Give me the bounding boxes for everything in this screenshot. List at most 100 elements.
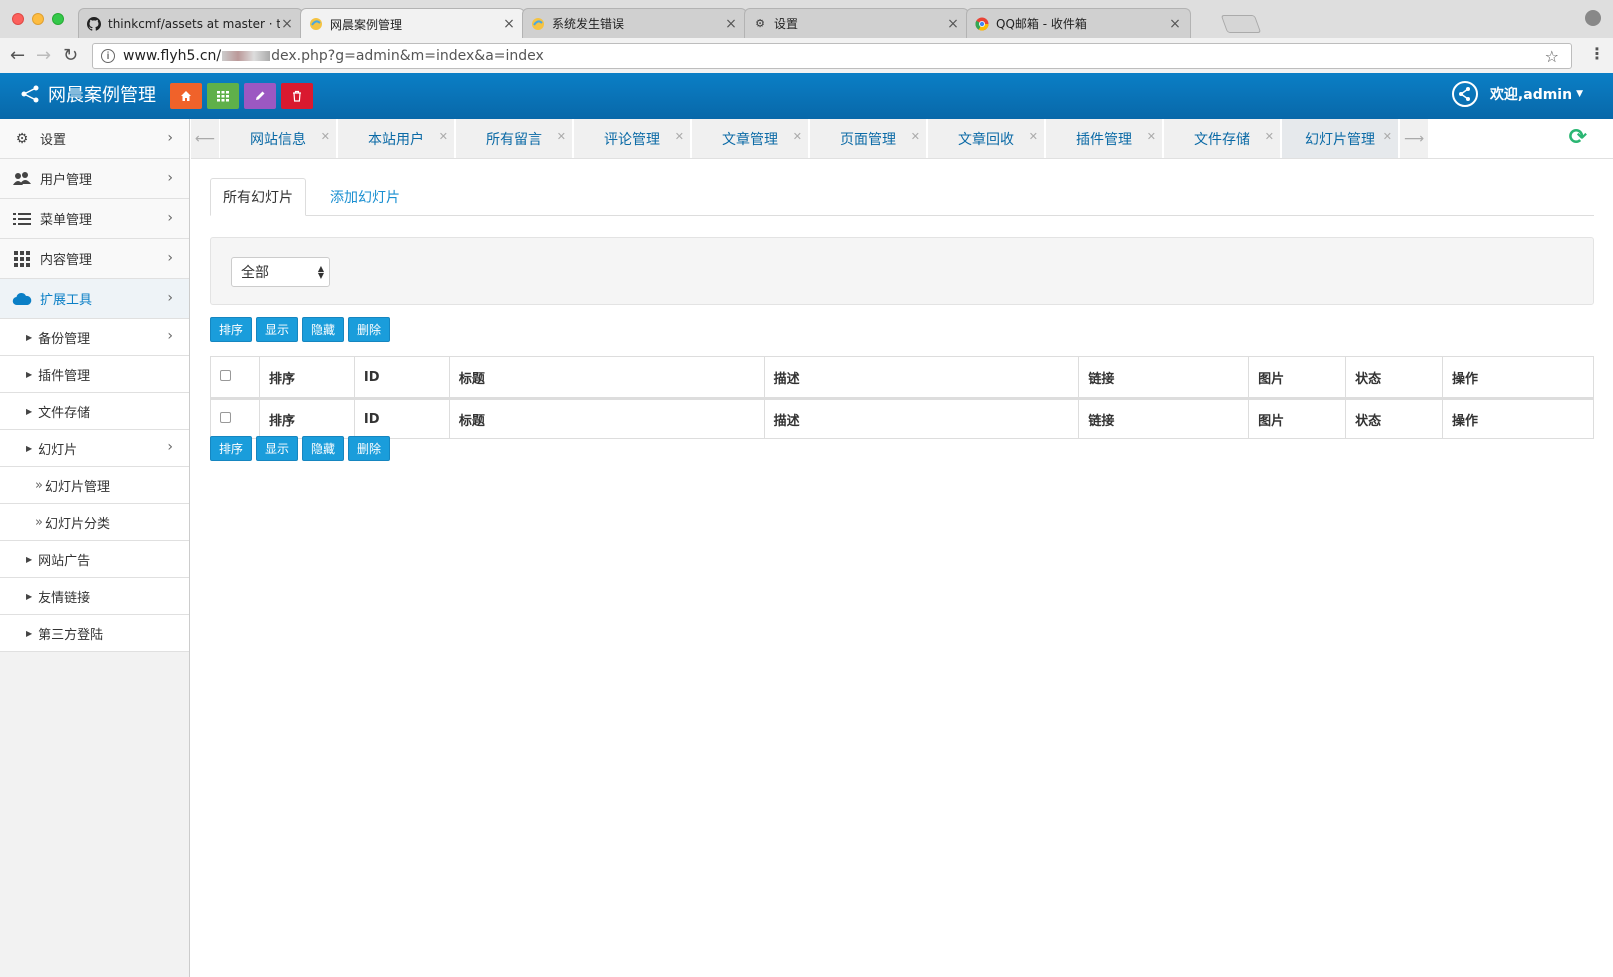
refresh-icon[interactable]: ⟳	[1569, 125, 1587, 150]
delete-button[interactable]: 删除	[348, 436, 391, 461]
gears-icon: ⚙	[15, 130, 29, 147]
table-cell: 标题	[448, 398, 765, 439]
share-icon	[21, 85, 39, 103]
close-tab-icon[interactable]: ×	[724, 16, 738, 32]
close-tab-icon[interactable]: ×	[502, 16, 516, 32]
browser-menu-icon[interactable]: ⋮	[1589, 44, 1605, 63]
grid-button[interactable]	[207, 83, 239, 109]
sidebar-sub-links[interactable]: ▶ 友情链接	[0, 578, 189, 615]
close-icon[interactable]: ✕	[793, 130, 802, 143]
sidebar-sub-slide-manage[interactable]: » 幻灯片管理	[0, 467, 189, 504]
tab-plugins[interactable]: 插件管理 ✕	[1046, 119, 1163, 158]
tabs-scroll-left-icon[interactable]: ⟵	[191, 119, 219, 158]
show-button[interactable]: 显示	[256, 436, 299, 461]
bookmark-star-icon[interactable]: ☆	[1545, 47, 1559, 66]
select-all-cell	[210, 398, 260, 439]
column-header[interactable]: 状态	[1345, 356, 1444, 400]
close-icon[interactable]: ✕	[911, 130, 920, 143]
list-icon	[12, 212, 32, 226]
close-window-button[interactable]	[12, 13, 24, 25]
home-button[interactable]	[170, 83, 202, 109]
show-button[interactable]: 显示	[256, 317, 299, 342]
column-header[interactable]: ID	[353, 356, 450, 400]
tab-label: 幻灯片管理	[1305, 131, 1375, 148]
close-tab-icon[interactable]: ×	[1168, 16, 1182, 32]
sidebar-sub-label: 幻灯片管理	[44, 479, 110, 495]
tab-add-slide[interactable]: 添加幻灯片	[318, 178, 412, 216]
category-select[interactable]: 全部 ▲ ▼	[231, 257, 330, 287]
sidebar-item-menus[interactable]: 菜单管理 ›	[0, 199, 189, 239]
tab-pages[interactable]: 页面管理 ✕	[810, 119, 927, 158]
close-icon[interactable]: ✕	[557, 130, 566, 143]
close-icon[interactable]: ✕	[675, 130, 684, 143]
edit-button[interactable]	[244, 83, 276, 109]
tab-slides[interactable]: 幻灯片管理 ✕	[1282, 119, 1399, 158]
forward-arrow-icon[interactable]: →	[36, 45, 51, 66]
sidebar-sub-ads[interactable]: ▶ 网站广告	[0, 541, 189, 578]
sidebar-sub-oauth[interactable]: ▶ 第三方登陆	[0, 615, 189, 652]
browser-tab-qqmail[interactable]: QQ邮箱 - 收件箱 ×	[966, 8, 1191, 38]
tab-storage[interactable]: 文件存储 ✕	[1164, 119, 1281, 158]
tab-site-users[interactable]: 本站用户 ✕	[338, 119, 455, 158]
close-icon[interactable]: ✕	[1029, 130, 1038, 143]
back-arrow-icon[interactable]: ←	[10, 45, 25, 66]
address-bar[interactable]: i www.flyh5.cn/ dex.php?g=admin&m=index&…	[92, 43, 1572, 69]
close-icon[interactable]: ✕	[1383, 130, 1392, 143]
close-tab-icon[interactable]: ×	[280, 16, 294, 32]
sidebar-item-users[interactable]: 用户管理 ›	[0, 159, 189, 199]
column-header[interactable]: 链接	[1078, 356, 1250, 400]
sidebar-item-content[interactable]: 内容管理 ›	[0, 239, 189, 279]
tab-messages[interactable]: 所有留言 ✕	[456, 119, 573, 158]
brand[interactable]: 网晨案例管理	[20, 81, 156, 107]
close-icon[interactable]: ✕	[321, 130, 330, 143]
info-icon[interactable]: i	[101, 49, 115, 63]
browser-tab-admin[interactable]: 网晨案例管理 ×	[300, 8, 525, 39]
close-icon[interactable]: ✕	[1147, 130, 1156, 143]
close-icon[interactable]: ✕	[439, 130, 448, 143]
hide-button[interactable]: 隐藏	[302, 436, 345, 461]
sidebar-item-settings[interactable]: ⚙ 设置 ›	[0, 119, 189, 159]
select-all-checkbox[interactable]	[220, 411, 231, 423]
sidebar-item-label: 菜单管理	[40, 213, 93, 228]
minimize-window-button[interactable]	[32, 13, 44, 25]
maximize-window-button[interactable]	[52, 13, 64, 25]
sidebar-sub-plugins[interactable]: ▶ 插件管理	[0, 356, 189, 393]
delete-button[interactable]: 删除	[348, 317, 391, 342]
sidebar-sub-label: 插件管理	[38, 368, 91, 384]
sidebar-sub-slides[interactable]: ▶ 幻灯片 ›	[0, 430, 189, 467]
url-redacted	[222, 51, 271, 61]
sidebar-item-extensions[interactable]: 扩展工具 ›	[0, 279, 189, 319]
hide-button[interactable]: 隐藏	[302, 317, 345, 342]
table-cell: ID	[353, 398, 450, 439]
sort-button[interactable]: 排序	[210, 436, 253, 461]
chevron-right-icon: ›	[167, 130, 173, 146]
select-all-checkbox[interactable]	[220, 369, 231, 381]
sidebar-sub-backup[interactable]: ▶ 备份管理 ›	[0, 319, 189, 356]
close-tab-icon[interactable]: ×	[946, 16, 960, 32]
browser-tab-github[interactable]: thinkcmf/assets at master · thi ×	[78, 8, 303, 38]
tab-all-slides[interactable]: 所有幻灯片	[210, 178, 306, 216]
new-tab-button[interactable]	[1220, 15, 1262, 33]
browser-tab-settings[interactable]: ⚙ 设置 ×	[744, 8, 969, 38]
close-icon[interactable]: ✕	[1265, 130, 1274, 143]
column-header[interactable]: 图片	[1248, 356, 1347, 400]
delete-button[interactable]	[281, 83, 313, 109]
column-header[interactable]: 排序	[258, 356, 355, 400]
column-header[interactable]: 标题	[448, 356, 765, 400]
column-header[interactable]: 操作	[1442, 356, 1594, 400]
tab-recycle[interactable]: 文章回收 ✕	[928, 119, 1045, 158]
reload-icon[interactable]: ↻	[63, 45, 78, 66]
sidebar-sub-slide-category[interactable]: » 幻灯片分类	[0, 504, 189, 541]
profile-icon[interactable]	[1585, 10, 1601, 26]
tab-articles[interactable]: 文章管理 ✕	[692, 119, 809, 158]
browser-tab-error[interactable]: 系统发生错误 ×	[522, 8, 747, 38]
sidebar-sub-storage[interactable]: ▶ 文件存储	[0, 393, 189, 430]
table-cell: 链接	[1078, 398, 1250, 439]
column-header[interactable]: 描述	[763, 356, 1080, 400]
tab-comments[interactable]: 评论管理 ✕	[574, 119, 691, 158]
sort-button[interactable]: 排序	[210, 317, 253, 342]
user-menu[interactable]: 欢迎,admin ▼	[1451, 81, 1583, 107]
sidebar-sub-label: 幻灯片	[38, 442, 78, 458]
tab-site-info[interactable]: 网站信息 ✕	[220, 119, 337, 158]
tabs-scroll-right-icon[interactable]: ⟶	[1400, 119, 1428, 158]
